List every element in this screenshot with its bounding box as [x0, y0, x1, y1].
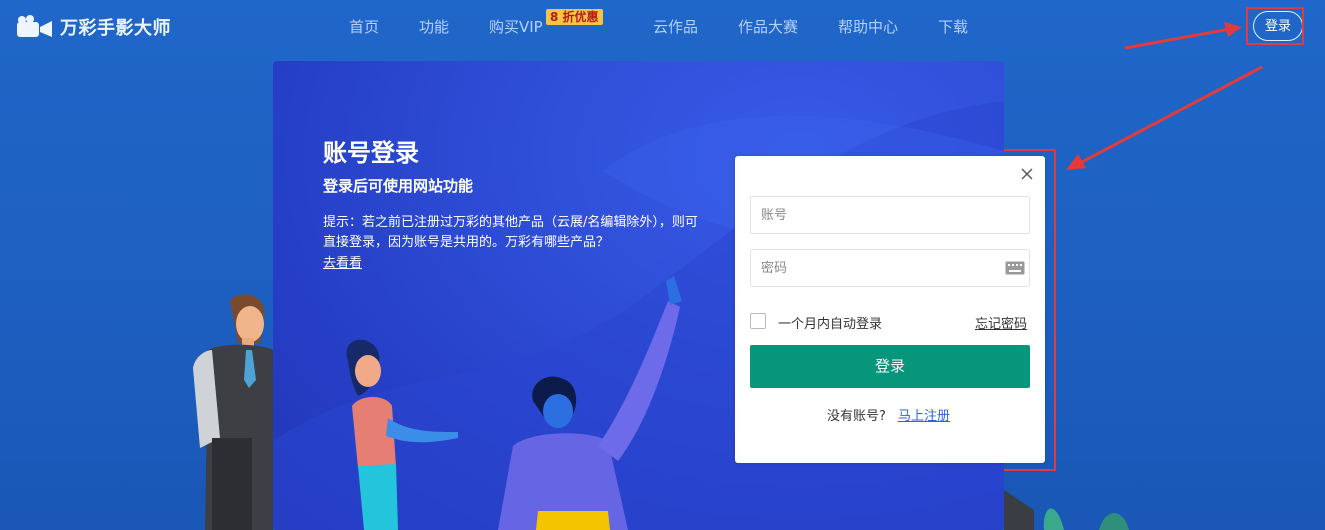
card-subtitle: 登录后可使用网站功能: [323, 177, 474, 195]
nav-contest[interactable]: 作品大赛: [738, 16, 798, 37]
login-submit-button[interactable]: 登录: [750, 345, 1030, 388]
account-input[interactable]: [750, 196, 1030, 234]
nav-download[interactable]: 下载: [938, 16, 968, 37]
nav-cloud-works[interactable]: 云作品: [653, 16, 698, 37]
register-link[interactable]: 马上注册: [898, 405, 950, 424]
forgot-password-link[interactable]: 忘记密码: [975, 313, 1027, 332]
card-title: 账号登录: [323, 139, 419, 167]
keyboard-icon[interactable]: [1005, 261, 1025, 275]
login-modal: 一个月内自动登录 忘记密码 登录 没有账号? 马上注册: [735, 156, 1045, 463]
see-products-link[interactable]: 去看看: [323, 252, 362, 271]
brand-name: 万彩手影大师: [60, 18, 171, 39]
card-tip-text: 提示：若之前已注册过万彩的其他产品（云展/名编辑除外），则可直接登录，因为账号是…: [323, 215, 698, 250]
businessman-illustration: [193, 294, 273, 530]
nav-features[interactable]: 功能: [419, 16, 449, 37]
camera-logo-icon: [17, 15, 52, 37]
highlight-login-button: [1246, 7, 1304, 45]
nav-home[interactable]: 首页: [349, 16, 379, 37]
remember-checkbox[interactable]: [750, 313, 766, 329]
close-icon[interactable]: [1019, 166, 1035, 182]
remember-label[interactable]: 一个月内自动登录: [778, 313, 882, 332]
register-question: 没有账号?: [827, 409, 886, 424]
right-edge-plant-illustration: [1004, 490, 1129, 530]
arrow-to-login-button: [1124, 22, 1242, 50]
brand-logo[interactable]: 万彩手影大师: [16, 14, 171, 40]
nav-help-center[interactable]: 帮助中心: [838, 16, 898, 37]
password-input[interactable]: [750, 249, 1030, 287]
nav-buy-vip[interactable]: 购买VIP: [489, 16, 543, 37]
promo-badge: 8 折优惠: [546, 9, 603, 25]
woman-illustration: [346, 339, 458, 530]
man-pointing-illustration: [498, 276, 682, 530]
arrow-to-login-modal: [1066, 65, 1263, 170]
